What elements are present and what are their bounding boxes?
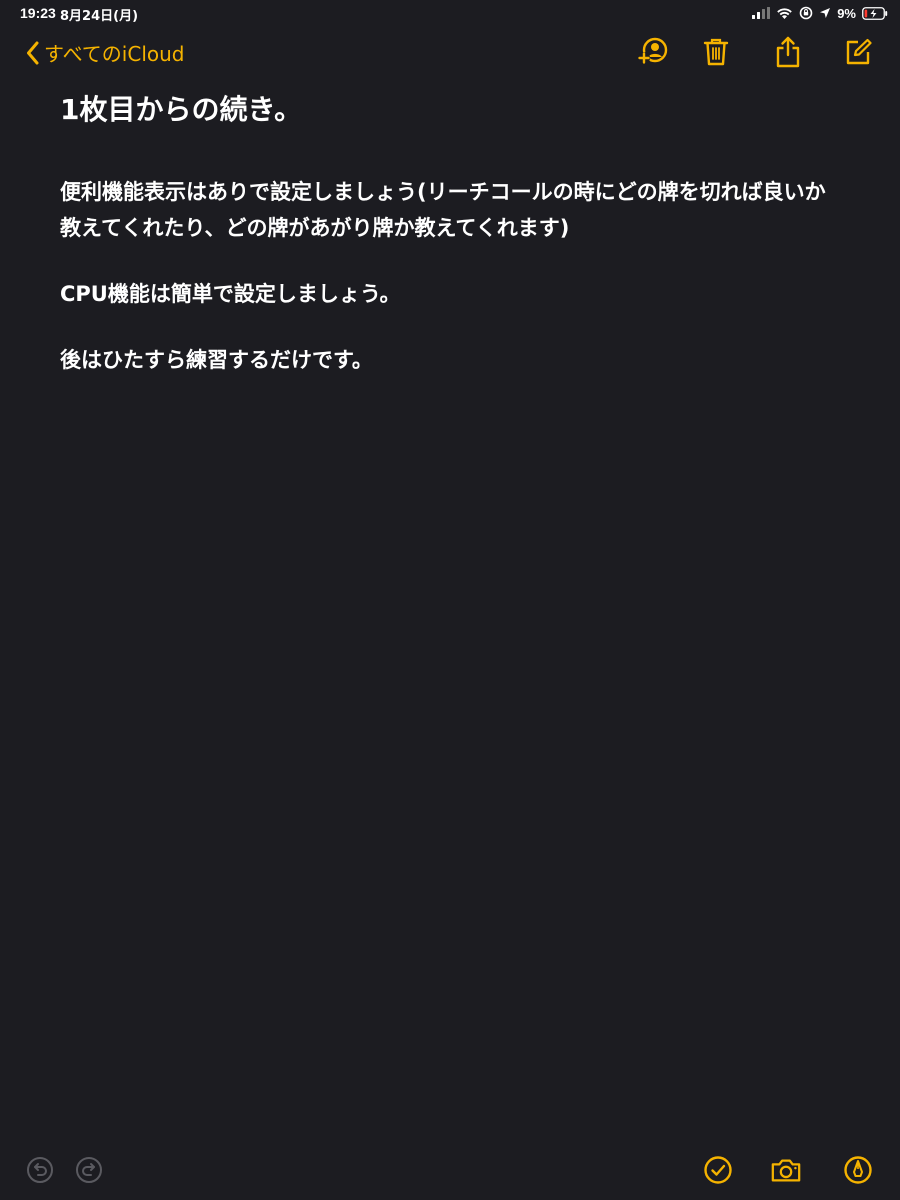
status-date: 8月24日(月): [60, 9, 139, 24]
redo-icon[interactable]: [73, 1154, 105, 1186]
battery-charging-icon: [862, 6, 888, 20]
location-arrow-icon: [819, 7, 831, 19]
share-icon[interactable]: [772, 36, 804, 68]
status-indicators: 9%: [752, 4, 888, 22]
note-paragraph: 後はひたすら練習するだけです。: [60, 348, 373, 372]
orientation-lock-icon: [799, 6, 813, 20]
wifi-icon: [776, 7, 793, 20]
note-title: 1枚目からの続き。: [60, 93, 303, 126]
status-bar: 19:23 8月24日(月) 9%: [0, 0, 900, 26]
note-paragraph: CPU機能は簡単で設定しましょう。: [60, 282, 401, 306]
add-person-icon[interactable]: [637, 36, 669, 68]
back-button-label: すべてのiCloud: [44, 42, 185, 66]
camera-icon[interactable]: [770, 1154, 802, 1186]
markup-pen-icon[interactable]: [842, 1154, 874, 1186]
note-paragraph: 便利機能表示はありで設定しましょう(リーチコールの時にどの牌を切れば良いか教えて…: [60, 180, 826, 240]
undo-icon[interactable]: [24, 1154, 56, 1186]
status-time: 19:23: [20, 5, 56, 21]
back-button[interactable]: すべてのiCloud: [26, 38, 185, 67]
battery-percent: 9%: [837, 5, 856, 21]
checklist-icon[interactable]: [702, 1154, 734, 1186]
chevron-left-icon: [27, 41, 39, 64]
trash-icon[interactable]: [700, 36, 732, 68]
compose-icon[interactable]: [842, 36, 874, 68]
nav-bar: すべてのiCloud: [0, 28, 900, 78]
bottom-toolbar: [0, 1140, 900, 1200]
note-body[interactable]: 1枚目からの続き。 便利機能表示はありで設定しましょう(リーチコールの時にどの牌…: [60, 90, 840, 408]
cellular-signal-icon: [752, 7, 771, 19]
